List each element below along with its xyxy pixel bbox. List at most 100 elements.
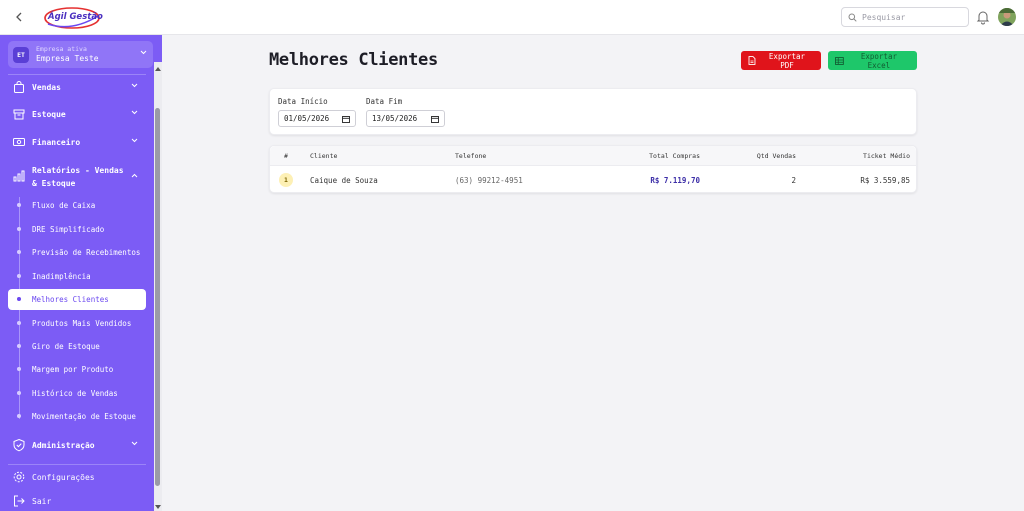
bullet <box>17 250 21 254</box>
chevron-down-icon <box>131 441 138 446</box>
sidebar-subitem[interactable]: Previsão de Recebimentos <box>8 242 146 263</box>
calendar-icon[interactable] <box>431 115 439 123</box>
bell-icon[interactable] <box>976 9 990 25</box>
export-excel-button[interactable]: Exportar Excel <box>828 51 917 70</box>
sidebar-item-vendas[interactable]: Vendas <box>8 77 146 97</box>
logout-icon <box>14 495 25 507</box>
calendar-icon[interactable] <box>342 115 350 123</box>
sidebar-subitem-label: Inadimplência <box>32 272 91 281</box>
bullet <box>17 203 21 207</box>
cell-total: R$ 7.119,70 <box>650 176 700 185</box>
company-name: Empresa Teste <box>36 54 99 63</box>
sidebar-subitem[interactable]: DRE Simplificado <box>8 219 146 240</box>
sidebar-item-label: Sair <box>32 496 52 506</box>
sidebar-subitem[interactable]: Giro de Estoque <box>8 336 146 357</box>
sidebar-subitem[interactable]: Margem por Produto <box>8 359 146 380</box>
sidebar-item-label: Administração <box>32 440 95 450</box>
sidebar: ET Empresa ativa Empresa Teste Vendas Es… <box>0 35 162 511</box>
th-client: Cliente <box>310 152 338 160</box>
search-icon <box>848 13 857 22</box>
spreadsheet-icon <box>835 56 844 65</box>
sidebar-subitem-label: Histórico de Vendas <box>32 389 118 398</box>
sidebar-scrollbar[interactable] <box>154 62 162 511</box>
table-header: # Cliente Telefone Total Compras Qtd Ven… <box>270 146 916 166</box>
sidebar-subitem-label: Melhores Clientes <box>32 295 109 304</box>
sidebar-item-relatorios[interactable]: Relatórios - Vendas & Estoque <box>8 161 146 191</box>
end-date-value: 13/05/2026 <box>372 114 418 123</box>
shopping-bag-icon <box>14 81 24 93</box>
company-label: Empresa ativa <box>36 45 87 53</box>
th-phone: Telefone <box>455 152 487 160</box>
scroll-down-icon[interactable] <box>155 505 161 509</box>
start-date-label: Data Início <box>278 97 328 106</box>
export-pdf-label: Exportar PDF <box>768 51 806 70</box>
avatar[interactable] <box>998 8 1016 26</box>
sidebar-subitem-label: Giro de Estoque <box>32 342 100 351</box>
bullet <box>17 414 21 418</box>
end-date-field[interactable]: 13/05/2026 <box>366 110 445 127</box>
top-bar: Ágil Gestão <box>0 0 1024 35</box>
sidebar-item-financeiro[interactable]: Financeiro <box>8 132 146 152</box>
th-qty: Qtd Vendas <box>756 152 796 160</box>
bullet <box>17 227 21 231</box>
sidebar-subitem[interactable]: Movimentação de Estoque <box>8 406 146 427</box>
company-selector[interactable]: ET Empresa ativa Empresa Teste <box>8 41 153 68</box>
rank-badge: 1 <box>279 173 293 187</box>
sidebar-subitem-label: DRE Simplificado <box>32 225 105 234</box>
th-total: Total Compras <box>649 152 700 160</box>
th-rank: # <box>284 152 288 160</box>
sidebar-item-configuracoes[interactable]: Configurações <box>8 467 146 487</box>
sidebar-item-estoque[interactable]: Estoque <box>8 104 146 124</box>
scroll-thumb[interactable] <box>155 108 160 486</box>
end-date-label: Data Fim <box>366 97 403 106</box>
app-logo[interactable]: Ágil Gestão <box>42 6 104 30</box>
box-icon <box>13 109 25 120</box>
cell-qty: 2 <box>791 176 796 185</box>
cell-phone: (63) 99212-4951 <box>455 176 523 185</box>
bullet <box>17 297 21 301</box>
cell-client: Caique de Souza <box>310 176 378 185</box>
bullet <box>17 321 21 325</box>
sidebar-subitem[interactable]: Produtos Mais Vendidos <box>8 313 146 334</box>
sidebar-item-label: Configurações <box>32 472 95 482</box>
filter-card: Data Início 01/05/2026 Data Fim 13/05/20… <box>269 88 917 135</box>
money-icon <box>13 138 25 146</box>
sidebar-subitem-label: Movimentação de Estoque <box>32 412 136 421</box>
bullet <box>17 391 21 395</box>
cell-ticket: R$ 3.559,85 <box>860 176 910 185</box>
start-date-value: 01/05/2026 <box>284 114 330 123</box>
sidebar-item-sair[interactable]: Sair <box>8 491 146 511</box>
search-input[interactable] <box>862 12 962 22</box>
export-pdf-button[interactable]: Exportar PDF <box>741 51 821 70</box>
chevron-down-icon <box>131 83 138 88</box>
sidebar-subitem[interactable]: Histórico de Vendas <box>8 383 146 404</box>
page-title: Melhores Clientes <box>269 50 438 70</box>
search-box[interactable] <box>841 7 969 27</box>
back-icon[interactable] <box>11 9 27 25</box>
chevron-up-icon <box>131 173 138 178</box>
sidebar-subitem[interactable]: Inadimplência <box>8 266 146 287</box>
sidebar-subitem-label: Margem por Produto <box>32 365 114 374</box>
company-badge: ET <box>13 47 29 63</box>
file-pdf-icon <box>748 56 756 65</box>
bar-chart-icon <box>13 170 25 182</box>
clients-table: # Cliente Telefone Total Compras Qtd Ven… <box>269 145 917 193</box>
chevron-down-icon <box>131 110 138 115</box>
divider <box>8 74 146 75</box>
sidebar-item-label: Relatórios - Vendas & Estoque <box>32 166 124 188</box>
sidebar-item-label: Financeiro <box>32 137 81 147</box>
sidebar-item-administracao[interactable]: Administração <box>8 435 146 455</box>
chevron-down-icon <box>140 50 147 55</box>
start-date-field[interactable]: 01/05/2026 <box>278 110 356 127</box>
gear-icon <box>13 471 25 483</box>
sidebar-subitem-label: Produtos Mais Vendidos <box>32 319 132 328</box>
export-excel-label: Exportar Excel <box>860 51 897 70</box>
scroll-up-icon[interactable] <box>155 67 161 71</box>
sidebar-subitem-label: Fluxo de Caixa <box>32 201 96 210</box>
sidebar-subitem-active[interactable]: Melhores Clientes <box>8 289 146 310</box>
th-ticket: Ticket Médio <box>863 152 910 160</box>
sidebar-subitem[interactable]: Fluxo de Caixa <box>8 195 146 216</box>
bullet <box>17 274 21 278</box>
sidebar-item-label: Vendas <box>32 82 61 92</box>
divider <box>8 464 146 465</box>
